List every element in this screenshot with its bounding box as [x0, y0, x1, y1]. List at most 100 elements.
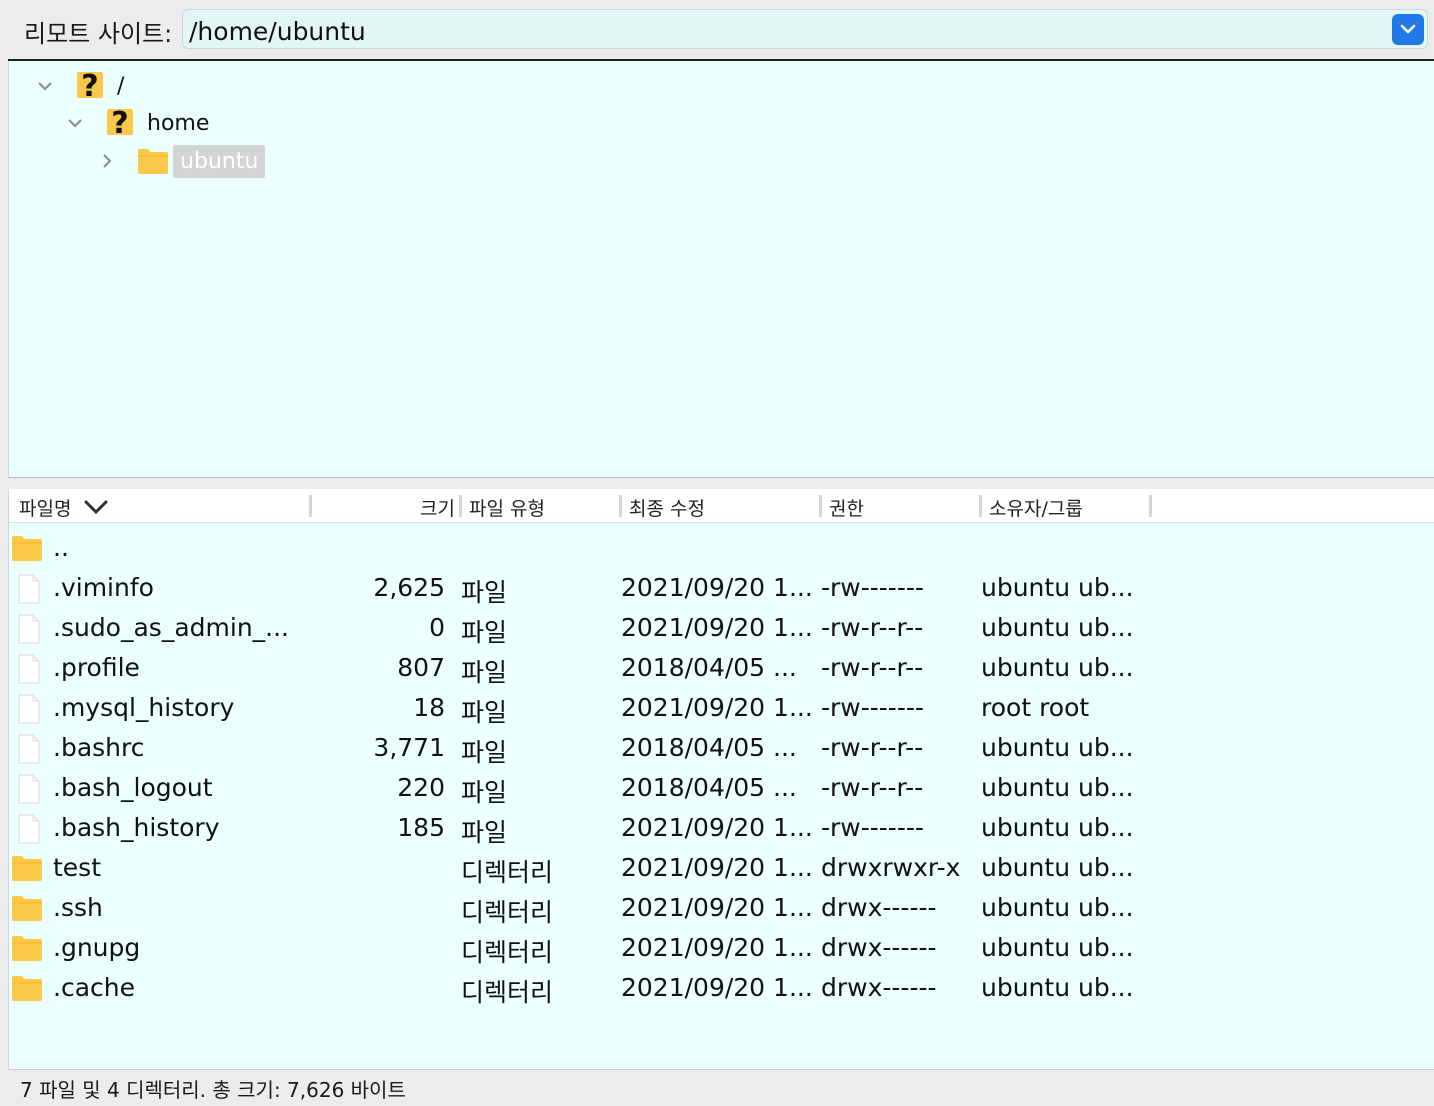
tree-node-label: ubuntu [173, 144, 266, 178]
file-type: 디렉터리 [461, 858, 554, 887]
file-size: 18 [413, 693, 445, 722]
file-owner: root root [981, 693, 1090, 722]
column-header-owner[interactable]: 소유자/그룹 [989, 494, 1083, 520]
file-type: 파일 [461, 818, 508, 847]
file-modified: 2021/09/20 1... [621, 893, 813, 922]
file-icon [18, 734, 40, 764]
directory-tree[interactable]: ? / ? home ubuntu [8, 61, 1434, 477]
file-size: 0 [429, 613, 445, 642]
file-row[interactable]: .cache 디렉터리 2021/09/20 1... drwx------ ubunt… [9, 967, 1434, 1007]
column-header-type-label: 파일 유형 [469, 497, 545, 520]
list-header: 파일명 크기 파일 유형 최종 수정 권한 소유자/그룹 [9, 489, 1434, 523]
row-icon [11, 574, 43, 610]
file-type: 디렉터리 [461, 898, 554, 927]
folder-icon [12, 936, 42, 961]
file-modified: 2018/04/05 ... [621, 653, 797, 682]
file-icon [18, 654, 40, 684]
column-header-size[interactable]: 크기 [309, 494, 455, 520]
column-header-name-label: 파일명 [19, 497, 72, 520]
file-owner: ubuntu ub... [981, 893, 1134, 922]
tree-node-label: home [147, 110, 210, 136]
file-name: .ssh [53, 893, 103, 922]
file-row[interactable]: .ssh 디렉터리 2021/09/20 1... drwx------ ubuntu … [9, 887, 1434, 927]
file-permissions: -rw-r--r-- [821, 613, 924, 642]
file-row[interactable]: .bash_history 185 파일 2021/09/20 1... -rw----… [9, 807, 1434, 847]
file-permissions: drwx------ [821, 933, 937, 962]
tree-node-label: / [117, 73, 125, 99]
file-modified: 2018/04/05 ... [621, 733, 797, 762]
file-permissions: drwx------ [821, 973, 937, 1002]
file-type: 디렉터리 [461, 978, 554, 1007]
file-row[interactable]: .bash_logout 220 파일 2018/04/05 ... -rw-r--r-… [9, 767, 1434, 807]
file-row[interactable]: test 디렉터리 2021/09/20 1... drwxrwxr-x ubuntu … [9, 847, 1434, 887]
file-type: 파일 [461, 618, 508, 647]
file-row[interactable]: .profile 807 파일 2018/04/05 ... -rw-r--r-- ubu… [9, 647, 1434, 687]
folder-icon [12, 976, 42, 1001]
file-modified: 2021/09/20 1... [621, 573, 813, 602]
file-modified: 2021/09/20 1... [621, 853, 813, 882]
file-owner: ubuntu ub... [981, 573, 1134, 602]
file-modified: 2021/09/20 1... [621, 973, 813, 1002]
row-icon [11, 974, 43, 1008]
row-icon [11, 614, 43, 650]
file-modified: 2021/09/20 1... [621, 613, 813, 642]
tree-node-ubuntu[interactable]: ubuntu [97, 143, 266, 179]
file-row[interactable]: .sudo_as_admin_... 0 파일 2021/09/20 1... -rw-… [9, 607, 1434, 647]
column-separator[interactable] [1149, 495, 1152, 517]
unknown-question-icon: ? [107, 106, 133, 140]
file-permissions: -rw------- [821, 693, 924, 722]
file-type: 파일 [461, 778, 508, 807]
column-header-type[interactable]: 파일 유형 [469, 494, 545, 520]
remote-path-input[interactable]: /home/ubuntu [189, 17, 366, 46]
row-icon [11, 814, 43, 850]
file-owner: ubuntu ub... [981, 653, 1134, 682]
row-icon [11, 774, 43, 810]
file-permissions: drwx------ [821, 893, 937, 922]
remote-site-label: 리모트 사이트: [24, 20, 173, 48]
row-icon [11, 894, 43, 928]
column-separator[interactable] [819, 495, 822, 517]
column-separator[interactable] [619, 495, 622, 517]
chevron-right-icon[interactable] [97, 151, 117, 171]
file-permissions: drwxrwxr-x [821, 853, 961, 882]
file-name: test [53, 853, 102, 882]
column-separator[interactable] [979, 495, 982, 517]
column-header-modified[interactable]: 최종 수정 [629, 494, 705, 520]
chevron-down-icon [1400, 24, 1416, 34]
file-owner: ubuntu ub... [981, 733, 1134, 762]
svg-text:?: ? [111, 106, 128, 140]
file-row[interactable]: .mysql_history 18 파일 2021/09/20 1... -rw----… [9, 687, 1434, 727]
remote-site-bar: 리모트 사이트: /home/ubuntu [0, 0, 1434, 60]
chevron-down-icon[interactable] [35, 76, 55, 96]
file-size: 185 [397, 813, 445, 842]
file-permissions: -rw------- [821, 573, 924, 602]
file-size: 220 [397, 773, 445, 802]
column-header-permissions[interactable]: 권한 [829, 494, 864, 520]
file-row[interactable]: .bashrc 3,771 파일 2018/04/05 ... -rw-r--r-- ub… [9, 727, 1434, 767]
file-type: 파일 [461, 698, 508, 727]
unknown-question-icon: ? [77, 69, 103, 103]
column-header-owner-label: 소유자/그룹 [989, 497, 1083, 520]
file-icon [18, 694, 40, 724]
file-permissions: -rw-r--r-- [821, 733, 924, 762]
file-owner: ubuntu ub... [981, 613, 1134, 642]
path-dropdown-button[interactable] [1392, 14, 1424, 45]
file-row[interactable]: .viminfo 2,625 파일 2021/09/20 1... -rw-------… [9, 567, 1434, 607]
folder-icon [138, 149, 168, 174]
remote-path-combobox[interactable]: /home/ubuntu [182, 9, 1428, 49]
folder-icon [12, 896, 42, 921]
file-name: .cache [53, 973, 135, 1002]
file-list[interactable]: 파일명 크기 파일 유형 최종 수정 권한 소유자/그룹 .. .viminfo 2… [8, 489, 1434, 1069]
chevron-down-icon[interactable] [65, 113, 85, 133]
file-type: 파일 [461, 578, 508, 607]
column-separator[interactable] [459, 495, 462, 517]
tree-node-root[interactable]: ? / [35, 68, 124, 104]
file-row[interactable]: .. [9, 527, 1434, 567]
file-type: 디렉터리 [461, 938, 554, 967]
file-modified: 2018/04/05 ... [621, 773, 797, 802]
file-row[interactable]: .gnupg 디렉터리 2021/09/20 1... drwx------ ubunt… [9, 927, 1434, 967]
column-header-name[interactable]: 파일명 [19, 494, 109, 520]
column-header-permissions-label: 권한 [829, 497, 864, 520]
tree-node-home[interactable]: ? home [65, 105, 209, 141]
pane-splitter[interactable] [8, 477, 1434, 489]
